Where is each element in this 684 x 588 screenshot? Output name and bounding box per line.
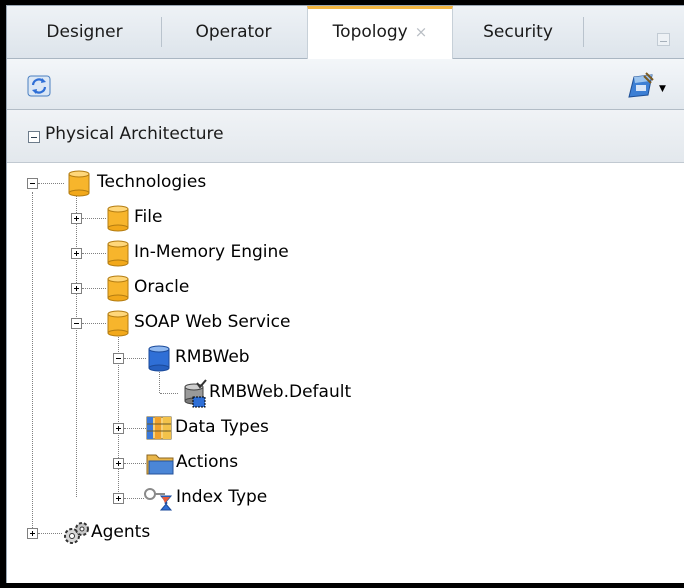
section-title: Physical Architecture [45,124,224,144]
tree-line [124,498,144,499]
folder-icon [146,454,174,475]
tree-node-oracle[interactable]: Oracle [7,272,407,304]
collapse-toggle-icon[interactable] [113,353,124,364]
database-icon [148,345,170,372]
tab-operator[interactable]: Operator [162,6,305,58]
tree-line [82,218,106,219]
tree-label: RMBWeb [175,347,250,367]
gear-icon [64,522,89,544]
collapse-icon[interactable] [28,131,40,143]
tree-label: Data Types [175,417,269,437]
tree-node-rmbweb[interactable]: RMBWeb [7,342,407,374]
minimize-icon[interactable] [657,33,670,46]
expand-toggle-icon[interactable] [71,248,82,259]
collapse-toggle-icon[interactable] [27,178,38,189]
database-icon [107,205,129,232]
tree-label: Actions [176,452,239,472]
data-server-icon [184,379,207,408]
tree-label: Oracle [134,277,190,297]
collapse-toggle-icon[interactable] [71,318,82,329]
tree-line [38,183,64,184]
topology-tree: Technologies File In-Memory Engine Oracl… [7,163,684,583]
close-icon[interactable]: × [415,23,428,41]
expand-toggle-icon[interactable] [113,493,124,504]
connect-icon[interactable] [626,71,656,99]
toolbar: ▼ [7,59,684,110]
expand-toggle-icon[interactable] [113,423,124,434]
database-icon [107,240,129,267]
expand-toggle-icon[interactable] [71,283,82,294]
tree-node-actions[interactable]: Actions [7,447,407,479]
tab-label: Operator [195,22,272,42]
tab-bar: Designer Operator Topology × Security [7,6,684,59]
tree-line [82,288,106,289]
tree-label: Technologies [97,172,207,192]
tree-node-technologies[interactable]: Technologies [7,167,407,199]
index-key-icon [144,488,173,511]
tree-node-data-types[interactable]: Data Types [7,412,407,444]
tree-label: SOAP Web Service [134,312,291,332]
tree-label: In-Memory Engine [134,242,289,262]
expand-toggle-icon[interactable] [71,213,82,224]
tree-line [124,358,146,359]
tree-label: RMBWeb.Default [209,382,352,402]
tab-security[interactable]: Security [453,6,583,58]
tree-line [124,463,146,464]
expand-toggle-icon[interactable] [27,528,38,539]
section-header[interactable]: Physical Architecture [7,110,684,163]
tab-separator [583,17,584,47]
tree-line [82,253,106,254]
tree-label: File [134,207,163,227]
tree-node-index-type[interactable]: Index Type [7,482,407,514]
database-icon [107,275,129,302]
tree-node-soap-web-service[interactable]: SOAP Web Service [7,307,407,339]
tree-label: Index Type [176,487,268,507]
tree-node-rmbweb-default[interactable]: RMBWeb.Default [7,377,427,409]
tree-line [82,323,106,324]
tree-node-in-memory-engine[interactable]: In-Memory Engine [7,237,407,269]
chevron-down-icon[interactable]: ▼ [659,84,666,94]
tab-topology[interactable]: Topology × [307,6,453,59]
tab-label: Topology [332,22,408,42]
database-icon [107,310,129,337]
tree-line [38,533,62,534]
tab-label: Security [483,22,553,42]
tree-node-agents[interactable]: Agents [7,517,407,549]
tree-node-file[interactable]: File [7,202,407,234]
database-icon [68,170,90,197]
tree-label: Agents [91,522,151,542]
tab-label: Designer [46,22,123,42]
data-types-icon [146,416,172,440]
tree-line [124,428,146,429]
refresh-icon[interactable] [27,75,51,97]
tab-designer[interactable]: Designer [7,6,162,58]
expand-toggle-icon[interactable] [113,458,124,469]
